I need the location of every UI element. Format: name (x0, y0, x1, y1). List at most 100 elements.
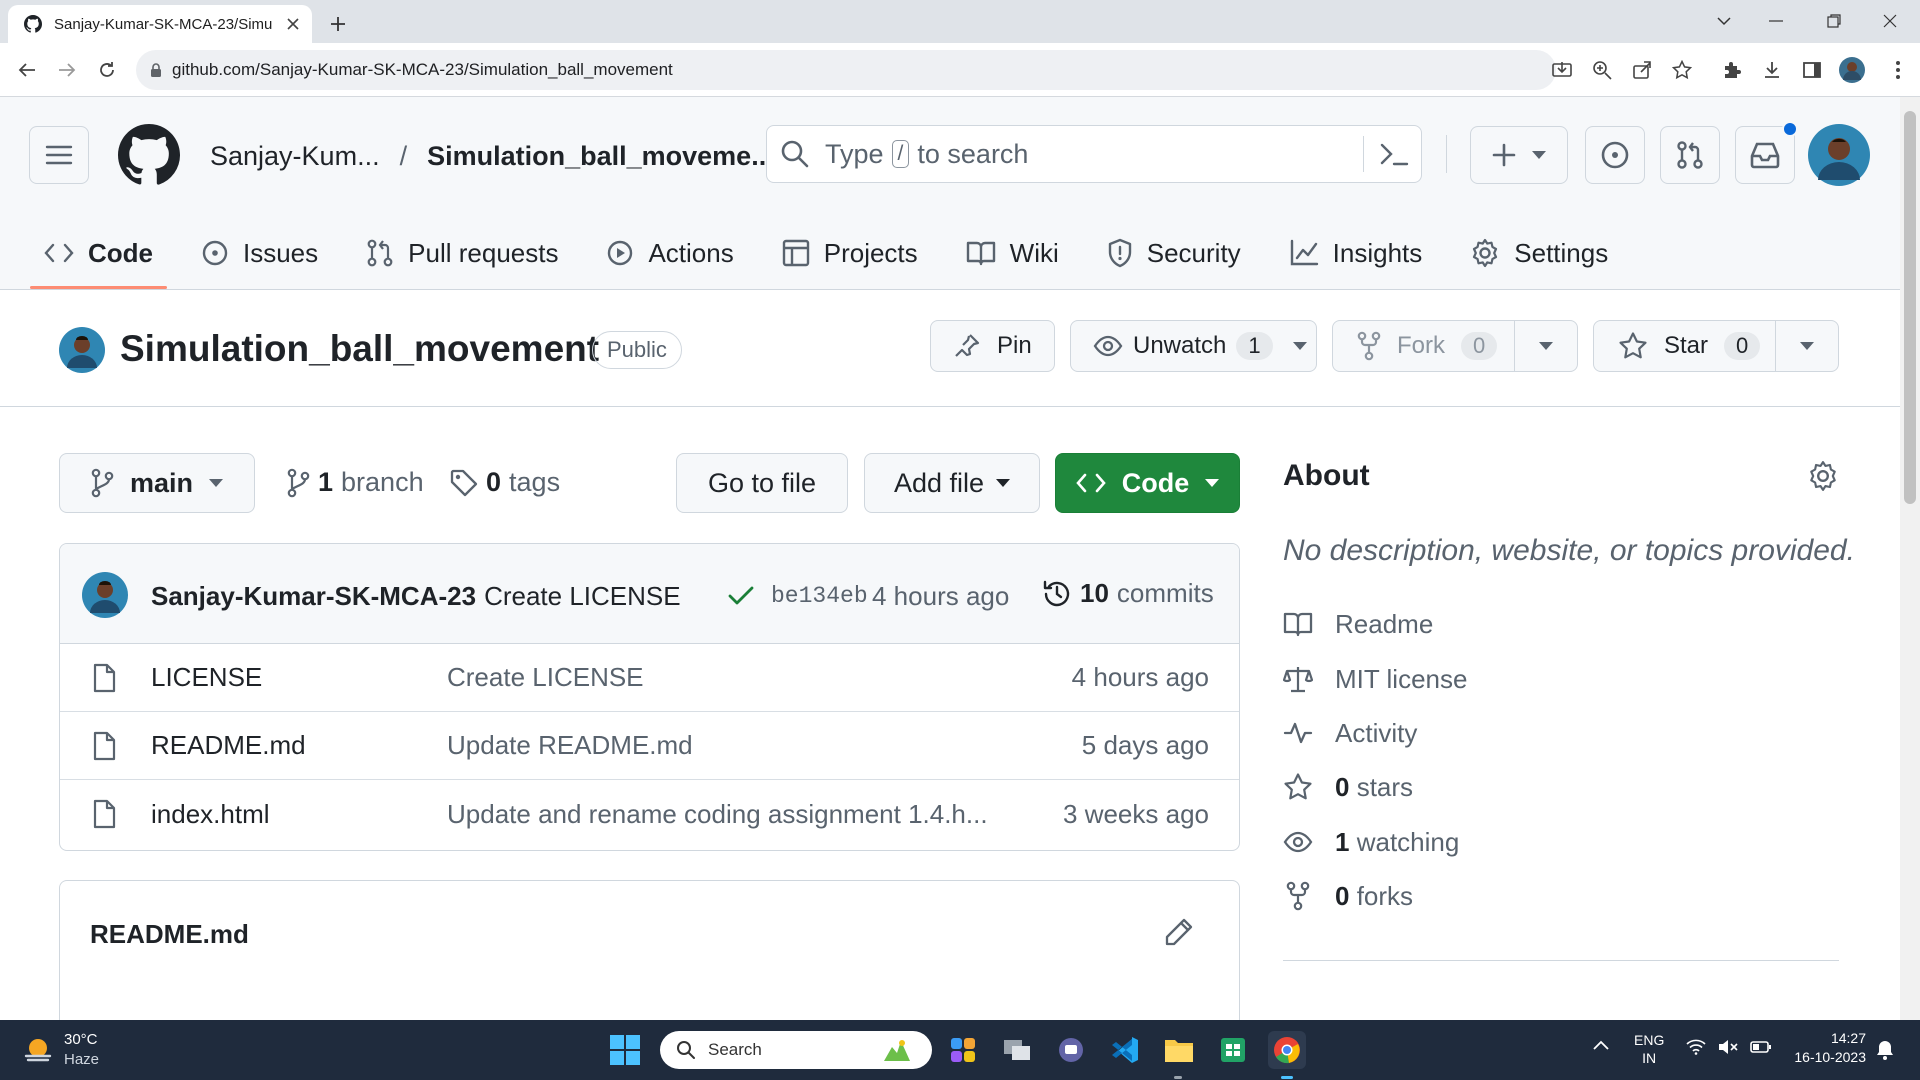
about-settings-icon[interactable] (1807, 460, 1839, 492)
tab-label: Pull requests (408, 237, 559, 268)
branches-link[interactable]: 1 branch (286, 467, 424, 498)
pull-request-icon (367, 239, 393, 267)
owner-link[interactable]: Sanjay-Kum... (210, 141, 380, 172)
install-app-button[interactable] (1548, 56, 1576, 84)
share-button[interactable] (1628, 56, 1656, 84)
file-row[interactable]: README.md Update README.md 5 days ago (60, 712, 1239, 780)
commit-message[interactable]: Create LICENSE (484, 581, 681, 612)
tab-code[interactable]: Code (30, 217, 167, 289)
new-tab-button[interactable] (324, 10, 352, 38)
forks-link[interactable]: 0 forks (1283, 878, 1413, 914)
tab-pull-requests[interactable]: Pull requests (352, 217, 572, 289)
branch-name: main (130, 467, 194, 498)
zoom-button[interactable] (1588, 56, 1616, 84)
tab-actions[interactable]: Actions (592, 217, 747, 289)
tab-security[interactable]: Security (1093, 217, 1255, 289)
language-indicator[interactable]: ENG IN (1634, 1032, 1664, 1066)
repo-link[interactable]: Simulation_ball_moveme... (427, 141, 774, 172)
tab-insights[interactable]: Insights (1275, 217, 1437, 289)
notifications-bell-icon[interactable] (1876, 1039, 1894, 1061)
stars-link[interactable]: 0 stars (1283, 769, 1413, 805)
owner-avatar[interactable] (59, 327, 105, 373)
file-row[interactable]: LICENSE Create LICENSE 4 hours ago (60, 644, 1239, 712)
repo-title[interactable]: Simulation_ball_movement (120, 328, 599, 370)
bookmark-button[interactable] (1668, 56, 1696, 84)
tags-link[interactable]: 0 tags (450, 467, 560, 498)
check-icon[interactable] (728, 586, 754, 606)
edit-readme-icon[interactable] (1164, 917, 1194, 947)
tray-expand-icon[interactable] (1593, 1040, 1609, 1050)
commit-author[interactable]: Sanjay-Kumar-SK-MCA-23 (151, 581, 476, 612)
star-button[interactable]: Star 0 (1594, 321, 1776, 371)
search-input[interactable]: Type / to search (766, 125, 1422, 183)
tab-settings[interactable]: Settings (1456, 217, 1622, 289)
pin-button[interactable]: Pin (930, 320, 1055, 372)
copilot-app[interactable] (944, 1031, 982, 1069)
tab-search-button[interactable] (1700, 6, 1748, 36)
sheets-app[interactable] (1214, 1031, 1252, 1069)
downloads-button[interactable] (1758, 56, 1786, 84)
teams-app[interactable] (1052, 1031, 1090, 1069)
file-commit-message[interactable]: Update README.md (447, 730, 693, 761)
go-to-file-button[interactable]: Go to file (676, 453, 848, 513)
unwatch-button[interactable]: Unwatch 1 (1070, 320, 1317, 372)
file-name[interactable]: README.md (151, 730, 306, 761)
tab-issues[interactable]: Issues (187, 217, 332, 289)
vscode-app[interactable] (1106, 1031, 1144, 1069)
file-explorer-app[interactable] (1160, 1031, 1198, 1069)
star-dropdown-button[interactable] (1776, 342, 1838, 350)
pull-requests-button[interactable] (1660, 126, 1720, 184)
branch-select-button[interactable]: main (59, 453, 255, 513)
chrome-app[interactable] (1268, 1031, 1306, 1069)
side-panel-button[interactable] (1798, 56, 1826, 84)
file-row[interactable]: index.html Update and rename coding assi… (60, 780, 1239, 848)
file-name[interactable]: index.html (151, 799, 270, 830)
tab-wiki[interactable]: Wiki (952, 217, 1073, 289)
clock[interactable]: 14:27 16-10-2023 (1786, 1030, 1866, 1065)
browser-menu-button[interactable] (1884, 56, 1912, 84)
close-window-button[interactable] (1866, 6, 1914, 36)
reload-button[interactable] (93, 56, 121, 84)
create-new-button[interactable] (1470, 126, 1568, 184)
gear-icon (1473, 238, 1498, 268)
readme-title[interactable]: README.md (90, 919, 249, 950)
license-link[interactable]: MIT license (1283, 661, 1467, 697)
back-button[interactable] (13, 56, 41, 84)
readme-link[interactable]: Readme (1283, 606, 1433, 642)
fork-dropdown-button[interactable] (1515, 342, 1577, 350)
commits-link[interactable]: 10 commits (1042, 578, 1214, 609)
browser-tab[interactable]: Sanjay-Kumar-SK-MCA-23/Simu (8, 5, 312, 43)
start-button[interactable] (609, 1034, 641, 1066)
forward-button[interactable] (53, 56, 81, 84)
watching-link[interactable]: 1 watching (1283, 824, 1459, 860)
taskbar-search[interactable]: Search (660, 1031, 932, 1069)
page-scrollbar[interactable] (1900, 97, 1920, 1020)
system-tray[interactable] (1686, 1039, 1772, 1055)
weather-icon[interactable] (22, 1034, 54, 1066)
commit-author-avatar[interactable] (82, 572, 128, 618)
file-commit-message[interactable]: Create LICENSE (447, 662, 644, 693)
global-menu-button[interactable] (29, 126, 89, 184)
file-name[interactable]: LICENSE (151, 662, 262, 693)
commit-sha[interactable]: be134eb (771, 583, 868, 609)
issues-button[interactable] (1585, 126, 1645, 184)
taskbar-search-label: Search (708, 1040, 762, 1059)
user-avatar[interactable] (1808, 124, 1870, 186)
github-logo-icon[interactable] (118, 124, 180, 186)
close-tab-icon[interactable] (286, 17, 300, 31)
profile-avatar-button[interactable] (1838, 56, 1866, 84)
address-bar[interactable]: github.com/Sanjay-Kumar-SK-MCA-23/Simula… (136, 50, 1556, 90)
restore-button[interactable] (1810, 6, 1858, 36)
minimize-button[interactable] (1752, 6, 1800, 36)
star-icon (1672, 60, 1692, 80)
fork-button[interactable]: Fork 0 (1333, 321, 1515, 371)
latest-commit-bar: Sanjay-Kumar-SK-MCA-23 Create LICENSE be… (60, 544, 1239, 644)
code-download-button[interactable]: Code (1055, 453, 1240, 513)
activity-link[interactable]: Activity (1283, 715, 1417, 751)
task-view-app[interactable] (998, 1031, 1036, 1069)
extensions-button[interactable] (1718, 56, 1746, 84)
tab-projects[interactable]: Projects (768, 217, 932, 289)
scrollbar-thumb[interactable] (1904, 111, 1916, 504)
file-commit-message[interactable]: Update and rename coding assignment 1.4.… (447, 799, 988, 830)
add-file-button[interactable]: Add file (864, 453, 1040, 513)
